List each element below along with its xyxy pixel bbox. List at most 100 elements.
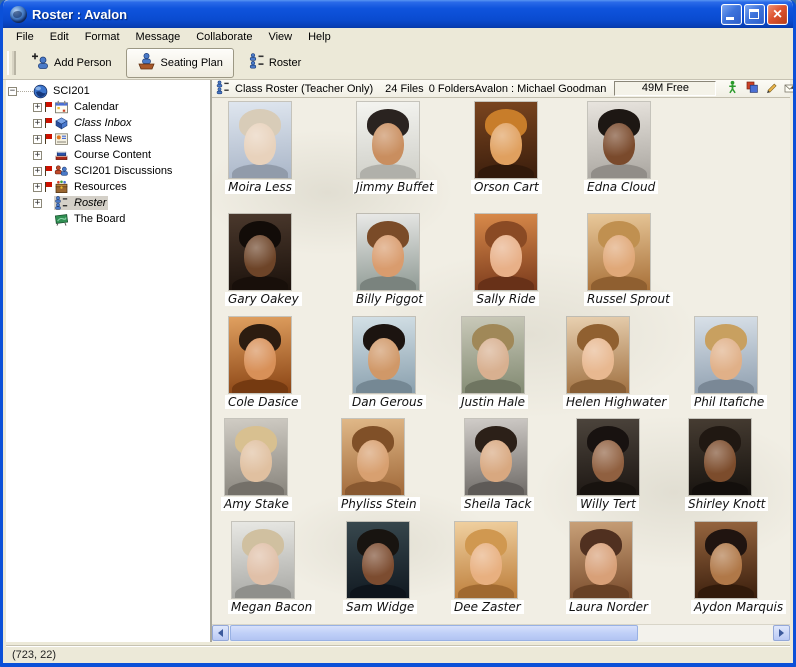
unread-flag-icon [44,101,54,113]
minimize-button[interactable] [721,4,742,25]
compose-icon[interactable] [784,80,796,97]
student-card[interactable]: Billy Piggot [353,214,423,311]
photo-face [247,543,279,585]
student-card[interactable]: Dee Zaster [451,522,521,619]
student-name: Phyliss Stein [338,497,420,511]
student-name: Sam Widge [343,600,417,614]
add-person-label: Add Person [54,57,111,69]
student-photo[interactable] [577,419,639,495]
student-photo[interactable] [357,102,419,178]
tree-item-sci201-discussions[interactable]: +SCI201 Discussions [6,163,210,179]
close-button[interactable] [767,4,788,25]
menu-edit[interactable]: Edit [42,29,77,45]
student-photo[interactable] [229,214,291,290]
tree-item-calendar[interactable]: +Calendar [6,99,210,115]
roster-icon [54,196,69,210]
student-photo[interactable] [475,214,537,290]
student-photo[interactable] [229,317,291,393]
expand-icon[interactable]: + [33,103,42,112]
scrollbar-track[interactable] [229,625,773,642]
student-card[interactable]: Moira Less [225,102,295,199]
student-photo[interactable] [357,214,419,290]
person-icon[interactable] [726,80,739,97]
student-card[interactable]: Dan Gerous [349,317,419,414]
student-name: Sally Ride [473,292,538,306]
expand-icon[interactable]: + [33,167,42,176]
photo-face [372,235,404,277]
layers-icon[interactable] [745,80,759,97]
expand-icon[interactable]: + [33,199,42,208]
student-card[interactable]: Phyliss Stein [338,419,408,516]
add-person-button[interactable]: Add Person [22,49,120,76]
student-card[interactable]: Willy Tert [573,419,643,516]
resources-icon [54,180,69,194]
student-card[interactable]: Sheila Tack [461,419,531,516]
collapse-icon[interactable]: − [8,87,17,96]
student-card[interactable]: Edna Cloud [584,102,654,199]
expand-icon[interactable]: + [33,151,42,160]
student-photo[interactable] [570,522,632,598]
seating-plan-button[interactable]: Seating Plan [126,48,233,78]
student-card[interactable]: Aydon Marquis [691,522,761,619]
expand-icon[interactable]: + [33,119,42,128]
student-card[interactable]: Shirley Knott [685,419,755,516]
student-photo[interactable] [475,102,537,178]
student-card[interactable]: Megan Bacon [228,522,298,619]
student-card[interactable]: Laura Norder [566,522,636,619]
student-card[interactable]: Amy Stake [221,419,291,516]
student-card[interactable]: Sam Widge [343,522,413,619]
student-photo[interactable] [588,214,650,290]
student-name: Amy Stake [221,497,292,511]
tree-item-course-content[interactable]: +Course Content [6,147,210,163]
expand-icon[interactable]: + [33,135,42,144]
student-photo[interactable] [225,419,287,495]
student-card[interactable]: Justin Hale [458,317,528,414]
tree-item-sci201[interactable]: − SCI201 [6,83,210,99]
student-card[interactable]: Orson Cart [471,102,541,199]
student-card[interactable]: Cole Dasice [225,317,295,414]
pencil-icon[interactable] [765,80,778,97]
menu-collaborate[interactable]: Collaborate [188,29,260,45]
student-card[interactable]: Russel Sprout [584,214,654,311]
student-photo[interactable] [462,317,524,393]
scrollbar-thumb[interactable] [230,625,638,641]
menu-message[interactable]: Message [128,29,189,45]
student-photo[interactable] [353,317,415,393]
menu-format[interactable]: Format [77,29,128,45]
menu-view[interactable]: View [260,29,300,45]
student-photo[interactable] [347,522,409,598]
student-photo[interactable] [695,317,757,393]
student-card[interactable]: Gary Oakey [225,214,295,311]
tree-item-class-inbox[interactable]: +Class Inbox [6,115,210,131]
tree-item-class-news[interactable]: +Class News [6,131,210,147]
title-bar[interactable]: Roster : Avalon [3,0,793,28]
toolbar-gripper[interactable] [7,51,16,75]
tree-item-the-board[interactable]: The Board [6,211,210,227]
student-photo[interactable] [588,102,650,178]
student-card[interactable]: Helen Highwater [563,317,633,414]
scroll-left-button[interactable] [212,625,229,641]
student-name: Helen Highwater [563,395,669,409]
menu-file[interactable]: File [8,29,42,45]
photo-face [585,543,617,585]
tree-item-roster[interactable]: +Roster [6,195,210,211]
student-photo[interactable] [465,419,527,495]
toolbar: Add Person Seating Plan [3,46,793,80]
student-photo[interactable] [695,522,757,598]
student-photo[interactable] [342,419,404,495]
expand-icon[interactable]: + [33,183,42,192]
student-photo[interactable] [567,317,629,393]
menu-help[interactable]: Help [300,29,339,45]
student-photo[interactable] [455,522,517,598]
student-card[interactable]: Jimmy Buffet [353,102,423,199]
student-photo[interactable] [689,419,751,495]
student-card[interactable]: Phil Itafiche [691,317,761,414]
tree-item-label: SCI201 [51,85,92,97]
roster-toolbar-button[interactable]: Roster [240,49,310,76]
student-photo[interactable] [229,102,291,178]
maximize-button[interactable] [744,4,765,25]
scroll-right-button[interactable] [773,625,790,641]
tree-item-resources[interactable]: +Resources [6,179,210,195]
student-card[interactable]: Sally Ride [471,214,541,311]
student-photo[interactable] [232,522,294,598]
